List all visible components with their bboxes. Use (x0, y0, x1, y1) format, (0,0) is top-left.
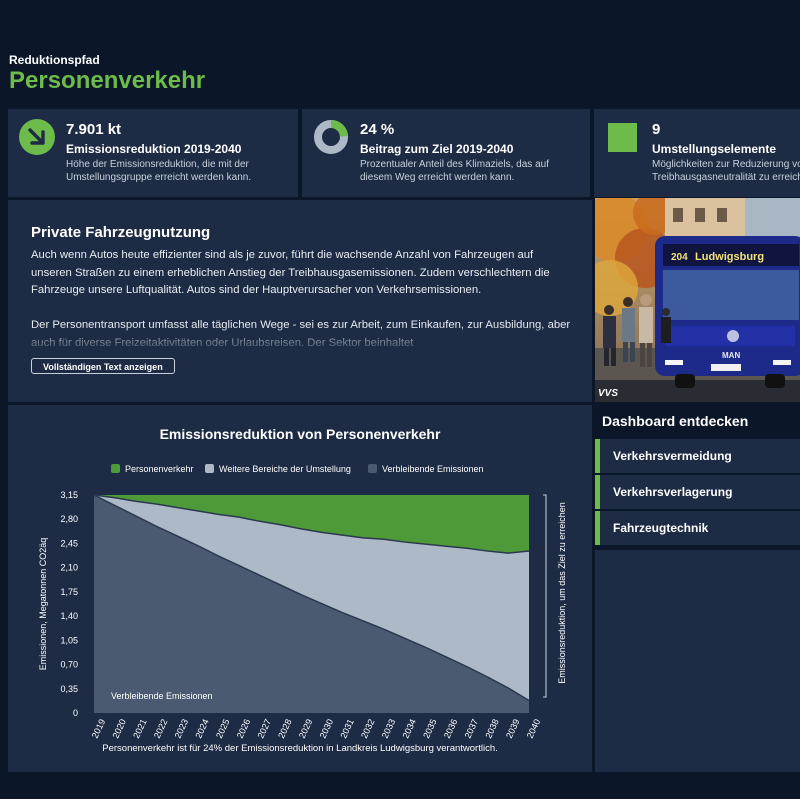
y-tick-label: 2,80 (60, 514, 78, 524)
y-tick-label: 1,75 (60, 587, 78, 597)
x-tick-label: 2026 (235, 717, 253, 739)
y-tick-label: 0,35 (60, 684, 78, 694)
x-tick-label: 2020 (110, 717, 128, 739)
x-tick-label: 2025 (214, 717, 232, 739)
text-fade-overlay (8, 325, 592, 355)
x-tick-label: 2032 (359, 717, 377, 739)
nav-item-label: Verkehrsvermeidung (613, 449, 732, 463)
kpi-card-reduction: 7.901 kt Emissionsreduktion 2019-2040 Hö… (8, 109, 298, 197)
x-tick-label: 2021 (131, 717, 149, 739)
explore-title: Dashboard entdecken (602, 413, 749, 429)
bus-destination-sign: Ludwigsburg (695, 251, 764, 263)
page-title: Personenverkehr (9, 67, 206, 94)
nav-item-verkehrsverlagerung[interactable]: Verkehrsverlagerung (595, 475, 800, 509)
y-axis-label: Emissionen, Megatonnen CO2äq (38, 538, 48, 671)
chart-legend: Personenverkehr Weitere Bereiche der Ums… (111, 464, 484, 474)
chart-areas (93, 494, 530, 713)
x-tick-label: 2019 (90, 717, 108, 739)
kpi-description: Möglichkeiten zur Reduzierung von Treibha… (652, 159, 800, 183)
y-tick-label: 1,40 (60, 611, 78, 621)
x-tick-label: 2036 (442, 717, 460, 739)
legend-label: Weitere Bereiche der Umstellung (219, 464, 351, 474)
square-icon (608, 123, 637, 152)
y-tick-label: 1,05 (60, 635, 78, 645)
show-full-text-button[interactable]: Vollständigen Text anzeigen (31, 358, 175, 374)
bus-photo: Ludwigsburg 204 MAN VVS (595, 198, 800, 402)
legend-swatch (205, 464, 214, 473)
y-tick-label: 3,15 (60, 490, 78, 500)
x-tick-label: 2034 (400, 717, 418, 739)
chart-subtitle: Personenverkehr ist für 24% der Emission… (102, 743, 498, 754)
nav-item-fahrzeugtechnik[interactable]: Fahrzeugtechnik (595, 511, 800, 545)
area-label: Verbleibende Emissionen (111, 691, 213, 701)
x-tick-label: 2040 (525, 717, 543, 739)
intro-title: Private Fahrzeugnutzung (31, 224, 211, 241)
kpi-card-elements: 9 Umstellungselemente Möglichkeiten zur … (594, 109, 800, 197)
donut-icon (314, 120, 348, 154)
legend-swatch (111, 464, 120, 473)
legend-label: Personenverkehr (125, 464, 194, 474)
reduction-bracket (543, 494, 547, 698)
x-tick-label: 2039 (504, 717, 522, 739)
y-tick-label: 0,70 (60, 660, 78, 670)
x-axis-ticks: 2019 2020 2021 2022 2023 2024 2025 2026 2027 2028… (90, 717, 543, 739)
intro-card: Private Fahrzeugnutzung Auch wenn Autos … (8, 200, 592, 402)
kpi-description: Prozentualer Anteil des Klimaziels, das … (360, 159, 549, 183)
vvs-watermark: VVS (598, 388, 618, 399)
x-tick-label: 2030 (318, 717, 336, 739)
x-tick-label: 2037 (463, 717, 481, 739)
kpi-value: 7.901 kt (66, 121, 122, 138)
y-tick-label: 0 (73, 708, 78, 718)
x-tick-label: 2023 (173, 717, 191, 739)
y2-axis-label: Emissionsreduktion, um das Ziel zu errei… (557, 502, 567, 684)
emission-chart: Emissionsreduktion von Personenverkehr P… (38, 426, 567, 754)
x-tick-label: 2029 (297, 717, 315, 739)
bus-illustration: Ludwigsburg 204 MAN VVS (595, 198, 800, 402)
x-tick-label: 2027 (255, 717, 273, 739)
legend-swatch (368, 464, 377, 473)
bus-brand-logo: MAN (722, 351, 740, 360)
intro-paragraph: Auch wenn Autos heute effizienter sind a… (31, 249, 550, 297)
chart-title: Emissionsreduktion von Personenverkehr (160, 426, 441, 442)
chart-card: Emissionsreduktion von Personenverkehr P… (8, 405, 592, 772)
kpi-value: 9 (652, 121, 661, 138)
x-tick-label: 2024 (193, 717, 211, 739)
legend-label: Verbleibende Emissionen (382, 464, 484, 474)
y-tick-label: 2,10 (60, 563, 78, 573)
kpi-value: 24 % (360, 121, 395, 138)
y-tick-label: 2,45 (60, 538, 78, 548)
explore-panel-body (595, 550, 800, 772)
x-tick-label: 2038 (483, 717, 501, 739)
x-tick-label: 2033 (380, 717, 398, 739)
page-eyebrow: Reduktionspfad (9, 53, 100, 67)
x-tick-label: 2035 (421, 717, 439, 739)
kpi-label: Emissionsreduktion 2019-2040 (66, 142, 242, 156)
nav-item-verkehrsvermeidung[interactable]: Verkehrsvermeidung (595, 439, 800, 473)
kpi-description: Höhe der Emissionsreduktion, die mit der… (66, 159, 252, 183)
kpi-label: Beitrag zum Ziel 2019-2040 (360, 142, 514, 156)
y-axis-ticks: 0 0,35 0,70 1,05 1,40 1,75 2,10 2,45 2,80 3,15 (60, 490, 78, 718)
nav-item-label: Verkehrsverlagerung (613, 485, 733, 499)
arrow-down-right-icon (19, 119, 55, 155)
x-tick-label: 2031 (338, 717, 356, 739)
bus-number: 204 (671, 252, 688, 263)
kpi-label: Umstellungselemente (652, 142, 777, 156)
kpi-card-contribution: 24 % Beitrag zum Ziel 2019-2040 Prozentu… (302, 109, 590, 197)
x-tick-label: 2028 (276, 717, 294, 739)
nav-item-label: Fahrzeugtechnik (613, 521, 709, 535)
x-tick-label: 2022 (152, 717, 170, 739)
